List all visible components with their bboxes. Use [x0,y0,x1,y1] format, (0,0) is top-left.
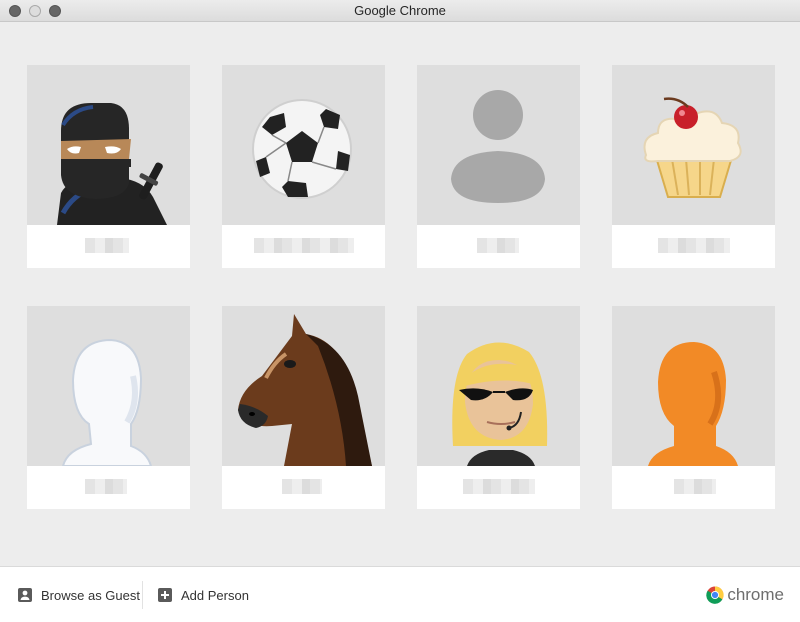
browse-as-guest-label: Browse as Guest [41,587,140,603]
cupcake-avatar-icon [643,97,742,198]
browse-as-guest-button[interactable]: Browse as Guest [18,583,140,607]
add-icon [158,588,172,602]
profile-card[interactable] [222,65,385,268]
add-person-label: Add Person [181,587,249,603]
profile-avatar[interactable] [612,306,775,466]
profile-card[interactable] [27,306,190,509]
footer-bar: Browse as Guest Add Person chrome [0,566,800,622]
profile-name [477,238,519,253]
profile-name-field[interactable] [612,466,775,509]
profile-avatar[interactable] [27,65,190,225]
blonde-woman-avatar-icon [452,342,548,466]
profile-name [85,238,129,253]
footer-divider [142,581,143,609]
chrome-logo-icon [706,586,724,604]
profile-card[interactable] [612,65,775,268]
profile-card[interactable] [417,65,580,268]
window-title: Google Chrome [354,3,446,18]
orange-head-avatar-icon [648,342,738,466]
ninja-avatar-icon [57,103,167,225]
chrome-brand: chrome [706,583,784,607]
profile-name-field[interactable] [27,466,190,509]
profile-name [463,479,535,494]
profile-avatar[interactable] [417,65,580,225]
profile-card[interactable] [222,306,385,509]
profile-name-field[interactable] [417,225,580,268]
generic-person-avatar-icon [451,90,545,203]
profile-avatar[interactable] [417,306,580,466]
profile-avatar[interactable] [612,65,775,225]
profile-name [85,479,127,494]
title-bar: Google Chrome [0,0,800,22]
guest-person-icon [18,588,32,602]
profile-name [658,238,730,253]
profile-name-field[interactable] [27,225,190,268]
profile-grid [0,22,800,566]
profile-card[interactable] [417,306,580,509]
profile-name-field[interactable] [222,466,385,509]
profile-name-field[interactable] [417,466,580,509]
soccer-ball-avatar-icon [252,99,352,199]
profile-avatar[interactable] [222,306,385,466]
white-head-avatar-icon [61,338,153,466]
profile-name-field[interactable] [222,225,385,268]
horse-avatar-icon [238,314,372,466]
profile-name-field[interactable] [612,225,775,268]
profile-name [674,479,716,494]
profile-picker-window: Google Chrome Browse as Guest Add Person… [0,0,800,622]
profile-name [254,238,354,253]
profile-card[interactable] [27,65,190,268]
profile-card[interactable] [612,306,775,509]
profile-name [282,479,322,494]
profile-avatar[interactable] [27,306,190,466]
chrome-wordmark: chrome [727,585,784,604]
profile-avatar[interactable] [222,65,385,225]
add-person-button[interactable]: Add Person [158,583,249,607]
